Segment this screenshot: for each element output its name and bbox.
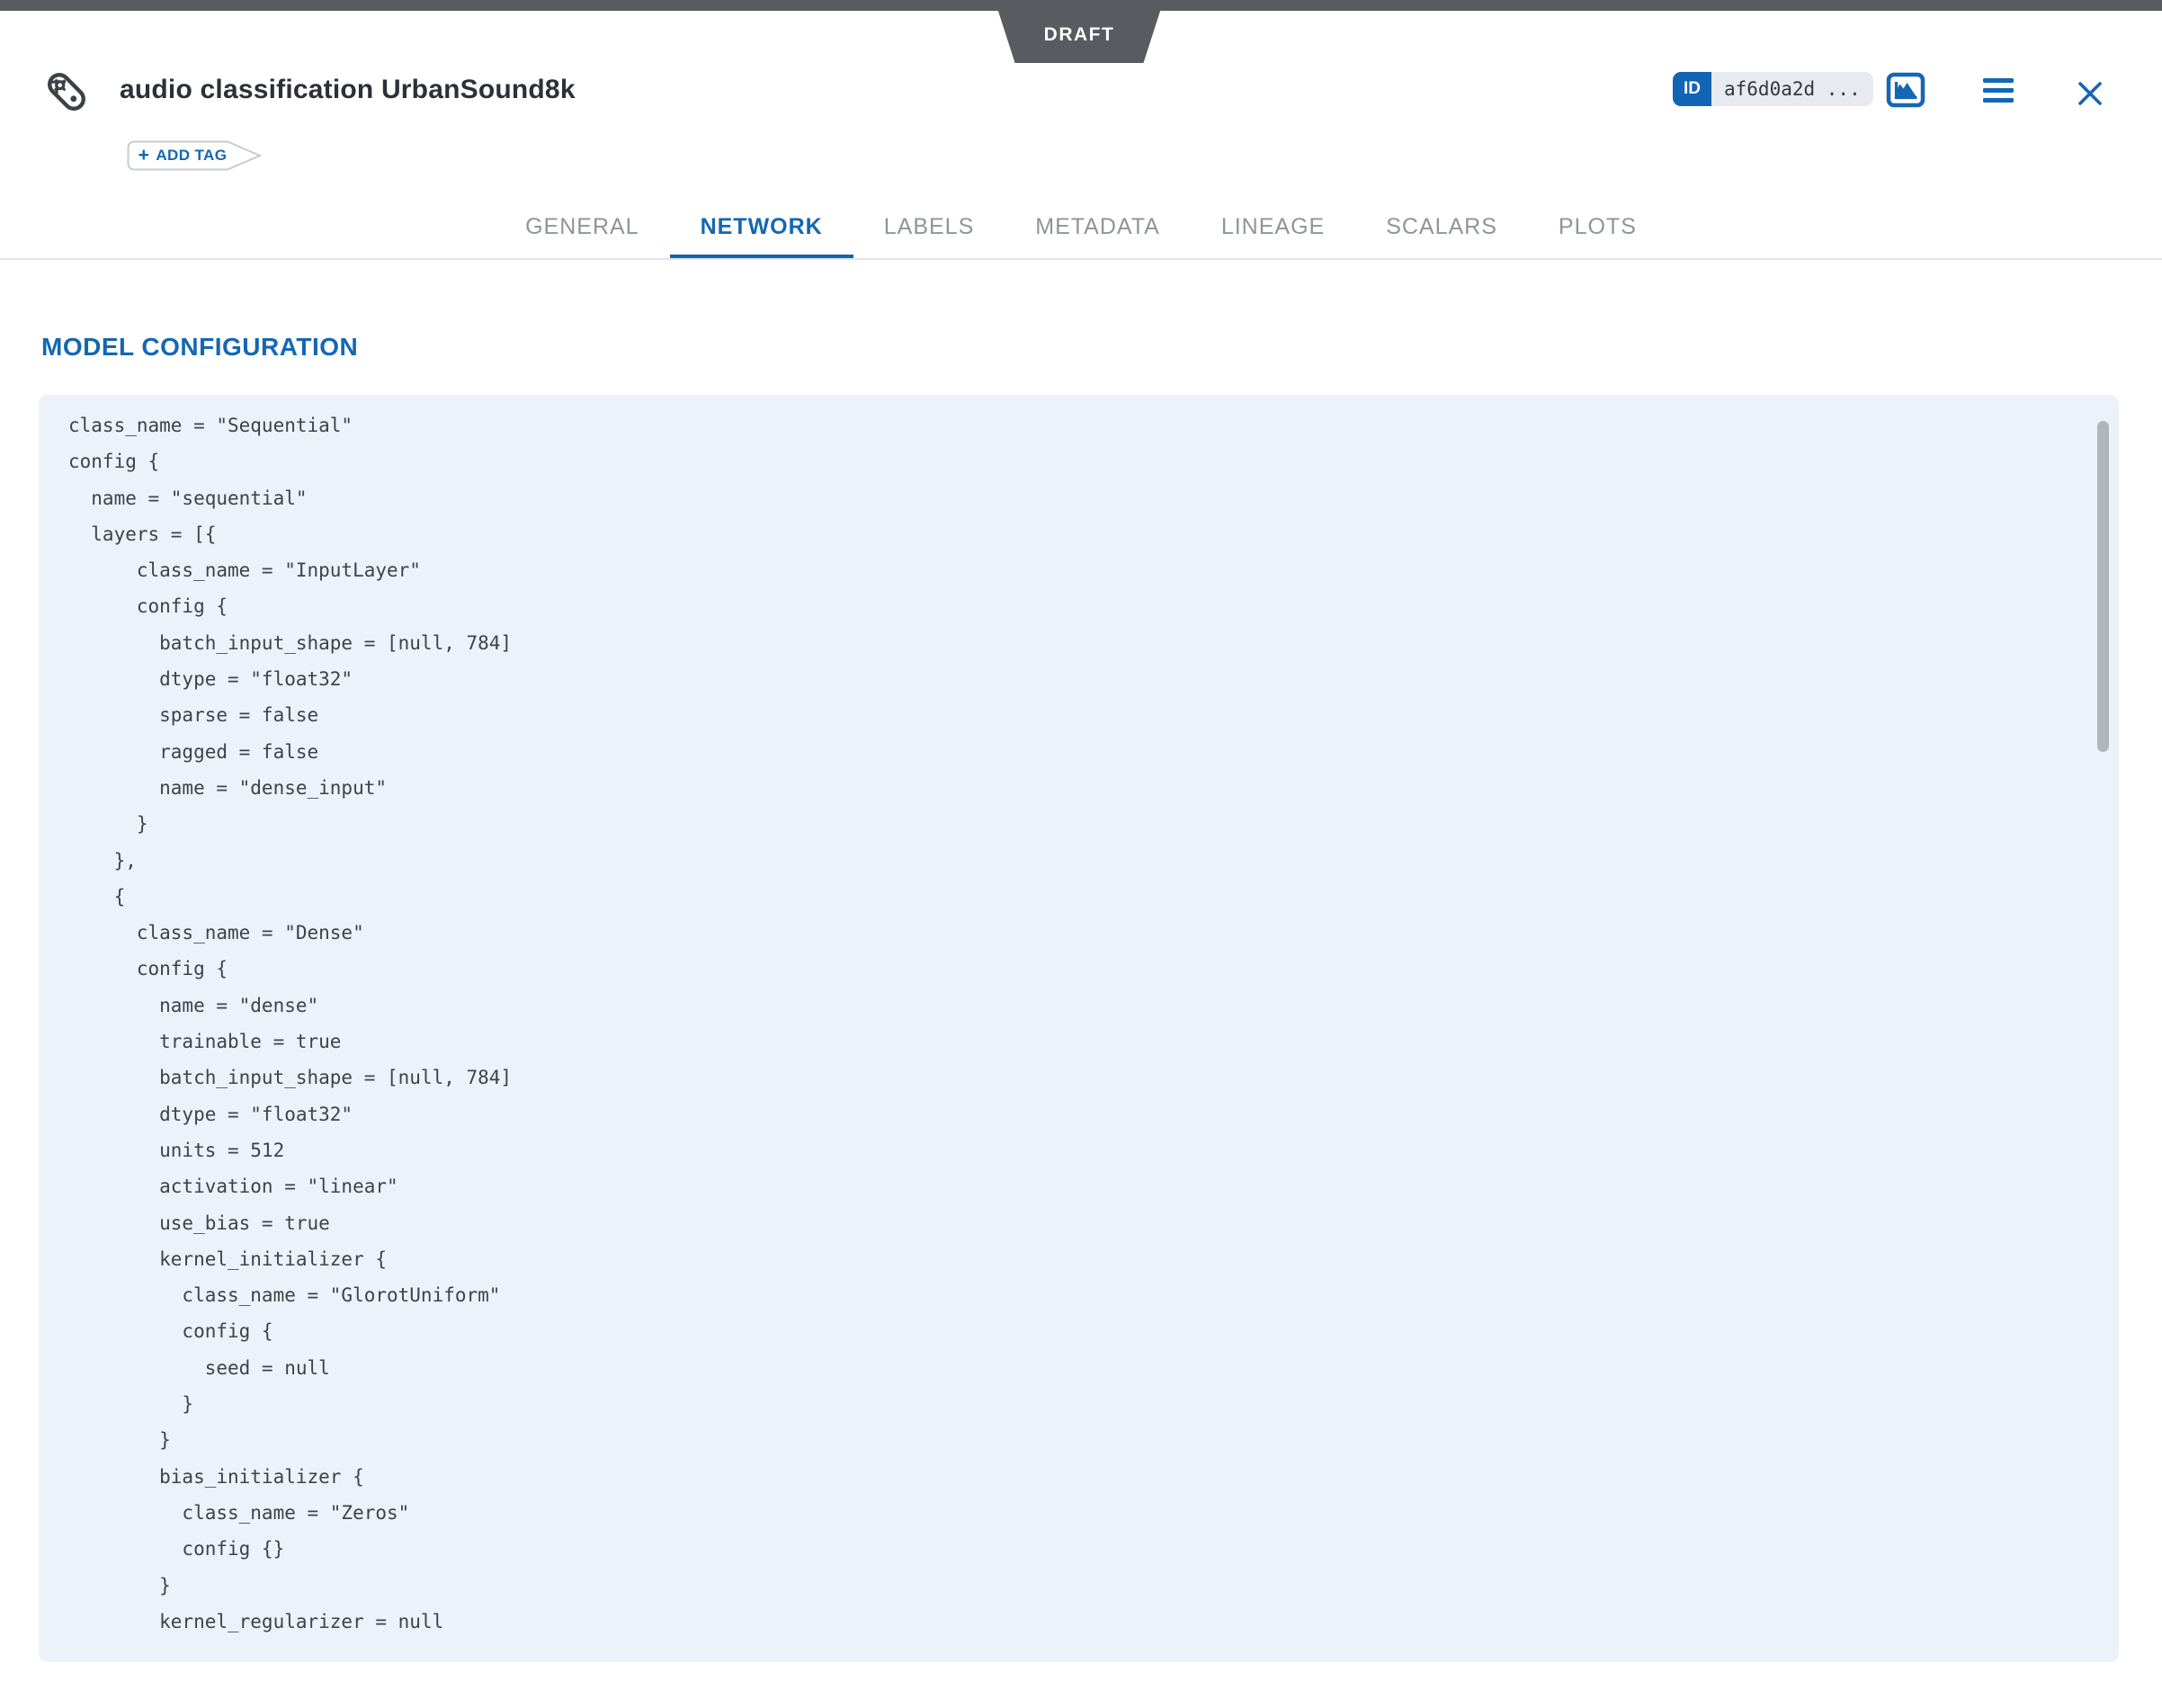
page-title: audio classification UrbanSound8k [120,75,576,105]
tab-lineage[interactable]: LINEAGE [1191,193,1355,261]
scrollbar-thumb[interactable] [2097,421,2109,752]
experiment-detail-page: DRAFT audio classification UrbanSound8k [0,0,2162,1708]
id-badge[interactable]: ID af6d0a2d ... [1673,72,1873,106]
model-configuration-code: class_name = "Sequential" config { name … [68,407,512,1640]
tab-bar: GENERAL NETWORK LABELS METADATA LINEAGE … [0,193,2162,261]
add-tag-label: ADD TAG [156,147,227,165]
tab-labels[interactable]: LABELS [853,193,1005,261]
tab-general[interactable]: GENERAL [495,193,669,261]
header-divider [0,258,2162,260]
id-badge-label: ID [1673,72,1711,106]
close-icon[interactable] [2077,80,2104,107]
plus-icon: + [138,146,150,165]
id-badge-value: af6d0a2d ... [1711,72,1873,106]
tab-scalars[interactable]: SCALARS [1355,193,1528,261]
model-configuration-panel: class_name = "Sequential" config { name … [39,395,2119,1662]
menu-icon[interactable] [1983,78,2014,103]
experiment-icon [41,67,92,121]
status-badge: DRAFT [995,0,1164,63]
section-title: MODEL CONFIGURATION [41,333,358,362]
tab-metadata[interactable]: METADATA [1005,193,1191,261]
tab-network[interactable]: NETWORK [670,193,853,261]
add-tag-button[interactable]: + ADD TAG [127,140,262,171]
tab-plots[interactable]: PLOTS [1528,193,1667,261]
plots-icon[interactable] [1886,72,1925,108]
status-badge-label: DRAFT [1044,24,1115,46]
